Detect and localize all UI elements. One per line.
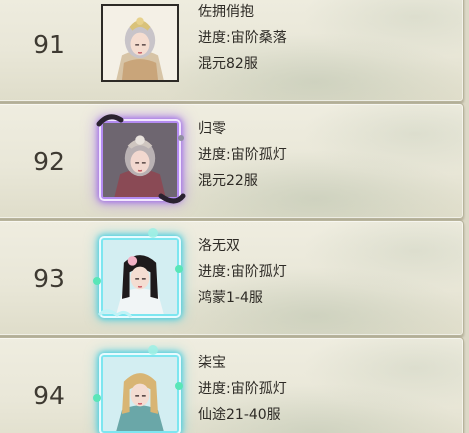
leaderboard-row-91[interactable]: 91 佐拥俏抱 进度:宙阶桑落 混元82服 [0, 0, 464, 102]
player-avatar[interactable] [101, 121, 179, 199]
player-server: 混元22服 [198, 173, 258, 189]
avatar-portrait-icon [103, 357, 177, 431]
leaderboard-list: 91 佐拥俏抱 进度:宙阶桑落 混元82服 92 归零 进度:宙阶孤灯 混元22… [0, 0, 469, 433]
rank-number: 94 [33, 380, 65, 410]
rank-number: 91 [33, 29, 65, 59]
avatar-portrait-icon [103, 123, 177, 197]
rank-number: 92 [33, 146, 65, 176]
player-progress: 进度:宙阶孤灯 [198, 147, 287, 163]
player-name: 洛无双 [198, 238, 240, 254]
player-progress: 进度:宙阶桑落 [198, 30, 287, 46]
leaderboard-row-92[interactable]: 92 归零 进度:宙阶孤灯 混元22服 [0, 103, 464, 219]
player-progress: 进度:宙阶孤灯 [198, 381, 287, 397]
player-server: 混元82服 [198, 56, 258, 72]
player-avatar[interactable] [101, 355, 179, 433]
player-avatar[interactable] [101, 238, 179, 316]
player-name: 佐拥俏抱 [198, 4, 254, 20]
player-server: 鸿蒙1-4服 [198, 290, 263, 306]
player-name: 归零 [198, 121, 226, 137]
player-avatar[interactable] [101, 4, 179, 82]
avatar-portrait-icon [103, 240, 177, 314]
player-server: 仙途21-40服 [198, 407, 281, 423]
rank-number: 93 [33, 263, 65, 293]
player-name: 柒宝 [198, 355, 226, 371]
avatar-portrait-icon [103, 6, 177, 80]
player-progress: 进度:宙阶孤灯 [198, 264, 287, 280]
leaderboard-row-94[interactable]: 94 柒宝 进度:宙阶孤灯 仙途21-40服 [0, 337, 464, 433]
leaderboard-row-93[interactable]: 93 洛无双 进度:宙阶孤灯 鸿蒙1-4服 [0, 220, 464, 336]
